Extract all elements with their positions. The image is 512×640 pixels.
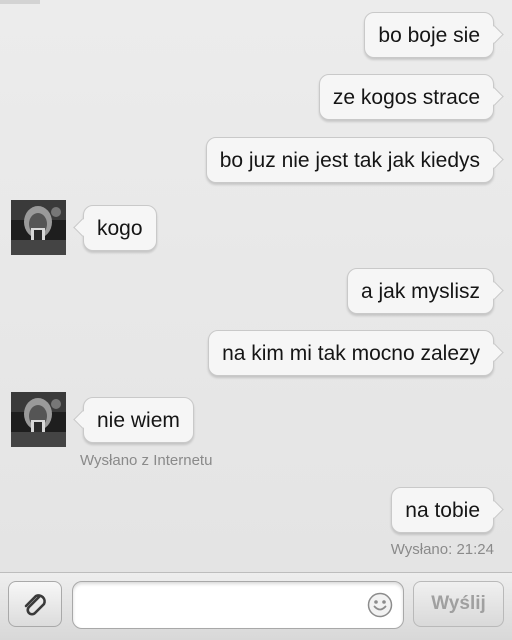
previous-message-edge xyxy=(0,0,40,4)
message-bubble-outgoing[interactable]: a jak myslisz xyxy=(346,268,494,314)
contact-avatar[interactable] xyxy=(11,392,66,447)
paperclip-icon xyxy=(24,594,46,616)
message-bubble-outgoing[interactable]: na kim mi tak mocno zalezy xyxy=(208,330,494,376)
conversation-view[interactable]: bo boje sie ze kogos strace bo juz nie j… xyxy=(0,0,512,572)
avatar-image xyxy=(11,392,66,447)
attach-button[interactable] xyxy=(8,581,62,627)
contact-avatar[interactable] xyxy=(11,200,66,255)
message-input[interactable] xyxy=(83,590,357,622)
avatar-image xyxy=(11,200,66,255)
message-composer: Wyślij xyxy=(0,572,512,640)
message-bubble-incoming[interactable]: nie wiem xyxy=(83,397,194,443)
smiley-icon[interactable] xyxy=(367,592,393,618)
message-bubble-outgoing[interactable]: na tobie xyxy=(391,487,494,533)
message-bubble-incoming[interactable]: kogo xyxy=(83,205,157,251)
message-source-status: Wysłano z Internetu xyxy=(80,452,213,469)
message-bubble-outgoing[interactable]: bo boje sie xyxy=(364,12,494,58)
message-bubble-outgoing[interactable]: bo juz nie jest tak jak kiedys xyxy=(205,137,494,183)
message-bubble-outgoing[interactable]: ze kogos strace xyxy=(318,74,494,120)
sent-time-status: Wysłano: 21:24 xyxy=(390,541,494,558)
send-button[interactable]: Wyślij xyxy=(413,581,504,627)
message-input-box[interactable] xyxy=(72,581,404,629)
